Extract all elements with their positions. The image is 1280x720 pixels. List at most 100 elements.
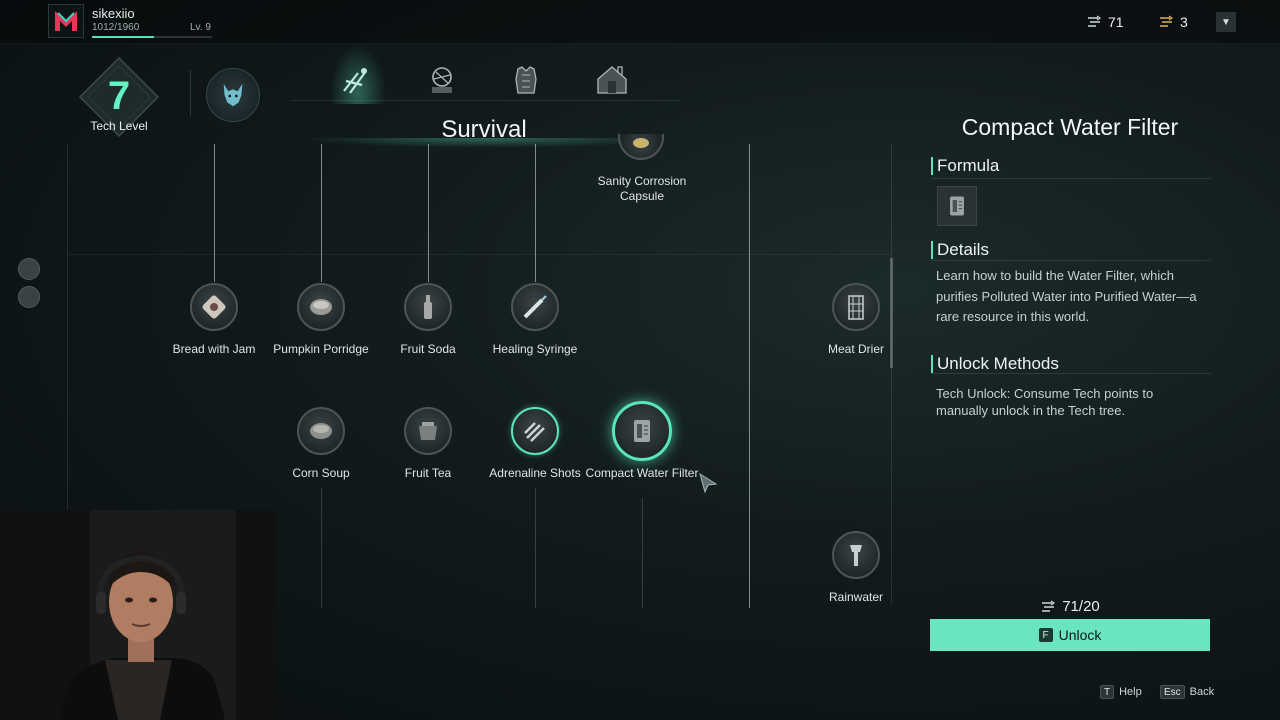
tech-points-value: 71 — [1108, 14, 1124, 30]
injector-icon — [524, 422, 545, 442]
soup-icon — [310, 423, 332, 439]
title-glow — [300, 138, 670, 148]
divider — [931, 178, 1211, 179]
help-label: Help — [1119, 686, 1142, 698]
tab-building[interactable] — [590, 60, 634, 100]
syringe-icon — [523, 295, 547, 319]
connector-line — [535, 144, 536, 282]
details-text: Learn how to build the Water Filter, whi… — [936, 268, 1197, 324]
divider — [931, 373, 1211, 374]
player-xp: 1012/1960 — [92, 22, 140, 33]
game-logo-icon — [48, 4, 84, 38]
tech-level-number: 7 — [107, 74, 131, 118]
tech-node-pumpkin-porridge[interactable] — [297, 283, 345, 331]
detail-title: Compact Water Filter — [961, 114, 1179, 140]
armor-tab-icon — [515, 66, 537, 94]
xp-bar-fill — [92, 36, 155, 38]
unlock-button[interactable]: F Unlock — [930, 619, 1210, 651]
bread-icon — [202, 295, 226, 319]
node-label: Meat Drier — [827, 342, 884, 356]
node-label: Healing Syringe — [492, 342, 578, 356]
water-filter-icon — [950, 196, 964, 216]
tech-node-sanity-corrosion-capsule[interactable] — [618, 134, 664, 160]
tech-node-compact-water-filter[interactable] — [612, 401, 672, 461]
capsule-icon — [633, 138, 649, 148]
back-keycap: Esc — [1160, 685, 1185, 699]
node-label: Fruit Soda — [400, 342, 456, 356]
connector-line — [428, 144, 429, 282]
tech-point-icon — [1088, 15, 1102, 27]
details-heading: Details — [931, 241, 989, 259]
wolf-emblem-icon[interactable] — [206, 68, 260, 122]
unlock-label: Unlock — [1058, 627, 1102, 643]
connector-line — [321, 488, 322, 608]
tabs-underline — [290, 100, 680, 101]
player-name: sikexiio — [92, 6, 135, 21]
tech-point-icon — [1042, 600, 1056, 612]
unlock-methods-heading: Unlock Methods — [931, 355, 1059, 373]
tree-frame-right — [891, 144, 892, 604]
webcam-overlay — [0, 510, 276, 720]
tech-level-label: Tech Level — [90, 119, 148, 133]
node-label: Corn Soup — [292, 466, 350, 480]
player-level: Lv. 9 — [190, 22, 211, 33]
tab-farming[interactable] — [420, 60, 464, 100]
bottle-icon — [424, 295, 432, 319]
tech-node-fruit-soda[interactable] — [404, 283, 452, 331]
collector-icon — [850, 545, 862, 566]
connector-line — [321, 144, 322, 282]
back-hint[interactable]: Esc Back — [1160, 685, 1214, 699]
unlock-cost: 71/20 — [930, 598, 1210, 615]
building-tab-icon — [597, 66, 627, 94]
formula-heading: Formula — [931, 157, 999, 175]
farming-tab-icon — [432, 67, 452, 93]
node-label: Rainwater — [828, 590, 884, 604]
connector-line — [214, 144, 215, 282]
divider — [931, 260, 1211, 261]
bowl-icon — [310, 299, 332, 315]
unlock-methods-text: Tech Unlock: Consume Tech points to manu… — [936, 386, 1154, 418]
tech-points-counter: 71 — [1086, 14, 1124, 30]
tech-node-fruit-tea[interactable] — [404, 407, 452, 455]
node-label: Bread with Jam — [172, 342, 256, 356]
node-label: Compact Water Filter — [585, 466, 699, 480]
node-label: Fruit Tea — [404, 466, 452, 480]
tab-armor[interactable] — [504, 60, 548, 100]
tech-chip-icon — [1160, 15, 1174, 27]
avatar — [18, 258, 40, 280]
tech-node-bread-with-jam[interactable] — [190, 283, 238, 331]
rack-icon — [848, 295, 864, 320]
mouse-cursor-icon — [699, 472, 718, 494]
tech-node-rainwater[interactable] — [832, 531, 880, 579]
water-filter-icon — [634, 420, 650, 442]
xp-bar — [92, 36, 212, 38]
back-label: Back — [1189, 686, 1215, 698]
pot-icon — [419, 422, 437, 440]
connector-line — [749, 144, 750, 608]
node-label: Pumpkin Porridge — [273, 342, 369, 356]
tech-node-adrenaline-shots[interactable] — [511, 407, 559, 455]
tree-frame-left — [67, 144, 68, 510]
help-hint[interactable]: T Help — [1100, 685, 1142, 699]
connector-line — [535, 488, 536, 608]
streamer-camera-image — [0, 510, 276, 720]
tab-survival[interactable] — [334, 60, 378, 100]
tech-chip-counter: 3 — [1158, 14, 1188, 30]
chevron-down-icon[interactable]: ▼ — [1216, 12, 1236, 32]
row-divider — [67, 254, 891, 255]
unlock-cost-value: 71/20 — [1062, 598, 1100, 615]
avatar — [18, 286, 40, 308]
tech-chip-value: 3 — [1180, 14, 1188, 30]
side-list — [18, 258, 40, 308]
help-keycap: T — [1100, 685, 1115, 699]
divider — [190, 70, 191, 116]
tech-node-healing-syringe[interactable] — [511, 283, 559, 331]
node-label: Sanity Corrosion Capsule — [597, 174, 687, 203]
tech-node-meat-drier[interactable] — [832, 283, 880, 331]
node-label: Adrenaline Shots — [489, 466, 581, 480]
survival-tab-icon — [343, 68, 367, 94]
connector-line — [642, 498, 643, 608]
formula-item[interactable] — [937, 186, 977, 226]
unlock-keycap: F — [1038, 628, 1053, 642]
tech-node-corn-soup[interactable] — [297, 407, 345, 455]
